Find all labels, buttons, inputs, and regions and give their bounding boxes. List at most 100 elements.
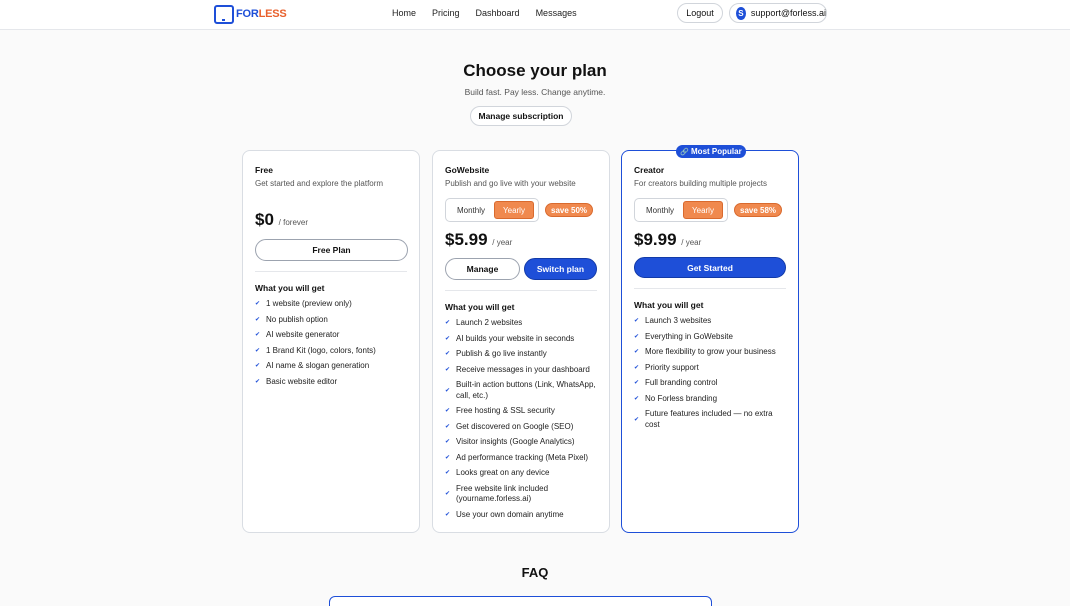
page-subtitle: Build fast. Pay less. Change anytime. (464, 87, 606, 97)
plan-name: Free (255, 165, 273, 175)
account-email: support@forless.ai (750, 8, 826, 18)
avatar: S (736, 6, 746, 20)
plan-price: $0 / forever (255, 210, 308, 229)
save-badge: save 50% (545, 203, 594, 217)
list-item: ✔ Get discovered on Google (SEO) (445, 421, 574, 431)
list-item: ✔ 1 Brand Kit (logo, colors, fonts) (255, 345, 376, 355)
check-icon: ✔ (634, 333, 640, 340)
billing-toggle: Monthly Yearly (634, 198, 728, 222)
check-icon: ✔ (445, 335, 451, 342)
top-navbar: FORLESS Home Pricing Dashboard Messages … (0, 0, 1070, 30)
page-title: Choose your plan (463, 61, 607, 80)
check-icon: ✔ (255, 378, 261, 385)
main-nav: Home Pricing Dashboard Messages (392, 8, 593, 18)
divider (255, 271, 407, 272)
check-icon: ✔ (634, 364, 640, 371)
toggle-yearly[interactable]: Yearly (683, 201, 723, 219)
check-icon: ✔ (445, 490, 451, 497)
list-item: ✔ Full branding control (634, 378, 718, 387)
nav-dashboard[interactable]: Dashboard (476, 8, 520, 18)
features-heading: What you will get (255, 283, 325, 293)
check-icon: ✔ (634, 349, 640, 355)
list-item: ✔ No Forless branding (634, 393, 718, 403)
save-badge: save 58% (734, 203, 783, 217)
list-item: ✔ Use your own domain anytime (445, 509, 564, 519)
faq-title: FAQ (521, 565, 549, 580)
list-item: ✔ Launch 2 websites (445, 318, 523, 327)
list-item: ✔ Future features included — no extra cos… (634, 409, 773, 429)
features-heading: What you will get (445, 302, 515, 312)
plan-description: Publish and go live with your website (445, 179, 576, 188)
check-icon: ✔ (445, 470, 451, 476)
check-icon: ✔ (255, 301, 261, 307)
check-icon: ✔ (634, 416, 640, 423)
plan-card-free: Free Get started and explore the platfor… (242, 150, 420, 533)
list-item: ✔ Everything in GoWebsite (634, 331, 733, 341)
check-icon: ✔ (445, 454, 451, 461)
get-started-button[interactable]: Get Started (634, 257, 786, 278)
check-icon: ✔ (445, 351, 451, 357)
plan-name: Creator (634, 165, 665, 175)
check-icon: ✔ (255, 347, 261, 354)
logo[interactable]: FORLESS (214, 4, 287, 24)
check-icon: ✔ (255, 332, 261, 338)
list-item: ✔ 1 website (preview only) (255, 299, 352, 308)
feature-list: ✔ 1 website (preview only) ✔ No publish op… (255, 299, 407, 392)
toggle-monthly[interactable]: Monthly (637, 201, 683, 219)
plan-price: $5.99 / year (445, 230, 513, 249)
check-icon: ✔ (445, 387, 451, 394)
feature-list: ✔ Launch 2 websites ✔ AI builds your websi… (445, 318, 597, 525)
most-popular-badge: 🔗 Most Popular (676, 145, 746, 158)
check-icon: ✔ (445, 366, 451, 373)
logout-button[interactable]: Logout (677, 3, 723, 23)
list-item: ✔ Built-in action buttons (Link, WhatsApp… (445, 380, 596, 400)
features-heading: What you will get (634, 300, 704, 310)
list-item: ✔ Ad performance tracking (Meta Pixel) (445, 452, 589, 462)
plan-description: Get started and explore the platform (255, 179, 384, 188)
plan-description: For creators building multiple projects (634, 179, 767, 188)
check-icon: ✔ (634, 380, 640, 386)
list-item: ✔ Priority support (634, 362, 699, 372)
nav-pricing[interactable]: Pricing (432, 8, 460, 18)
check-icon: ✔ (445, 408, 451, 414)
check-icon: ✔ (445, 439, 451, 445)
manage-button[interactable]: Manage (445, 258, 520, 280)
billing-toggle: Monthly Yearly (445, 198, 539, 222)
check-icon: ✔ (445, 511, 451, 518)
check-icon: ✔ (255, 363, 261, 369)
list-item: ✔ Free hosting & SSL security (445, 406, 555, 415)
plan-card-creator: 🔗 Most Popular Creator For creators build… (621, 145, 799, 533)
free-plan-button[interactable]: Free Plan (255, 239, 408, 261)
check-icon: ✔ (445, 320, 451, 326)
account-menu[interactable]: S support@forless.ai (729, 3, 827, 23)
faq-item[interactable] (329, 596, 712, 606)
list-item: ✔ Basic website editor (255, 376, 338, 386)
check-icon: ✔ (634, 318, 640, 324)
nav-home[interactable]: Home (392, 8, 416, 18)
list-item: ✔ More flexibility to grow your business (634, 347, 776, 356)
plan-price: $9.99 / year (634, 230, 702, 249)
check-icon: ✔ (634, 395, 640, 402)
list-item: ✔ AI builds your website in seconds (445, 333, 575, 343)
list-item: ✔ Publish & go live instantly (445, 349, 547, 358)
manage-subscription-button[interactable]: Manage subscription (470, 106, 572, 126)
plan-card-gowebsite: GoWebsite Publish and go live with your … (432, 150, 610, 533)
list-item: ✔ Looks great on any device (445, 468, 550, 477)
logo-icon (214, 4, 234, 24)
check-icon: ✔ (255, 316, 261, 323)
divider (634, 288, 786, 289)
check-icon: ✔ (445, 423, 451, 430)
list-item: ✔ Launch 3 websites (634, 316, 712, 325)
toggle-yearly[interactable]: Yearly (494, 201, 534, 219)
switch-plan-button[interactable]: Switch plan (524, 258, 597, 280)
list-item: ✔ No publish option (255, 314, 328, 324)
nav-messages[interactable]: Messages (536, 8, 577, 18)
plan-name: GoWebsite (445, 165, 490, 175)
link-icon: 🔗 (680, 148, 690, 156)
toggle-monthly[interactable]: Monthly (448, 201, 494, 219)
divider (445, 290, 597, 291)
list-item: ✔ Free website link included (yourname.fo… (445, 483, 549, 504)
feature-list: ✔ Launch 3 websites ✔ Everything in GoWebs… (634, 316, 786, 435)
list-item: ✔ AI name & slogan generation (255, 361, 370, 370)
list-item: ✔ Visitor insights (Google Analytics) (445, 437, 575, 446)
